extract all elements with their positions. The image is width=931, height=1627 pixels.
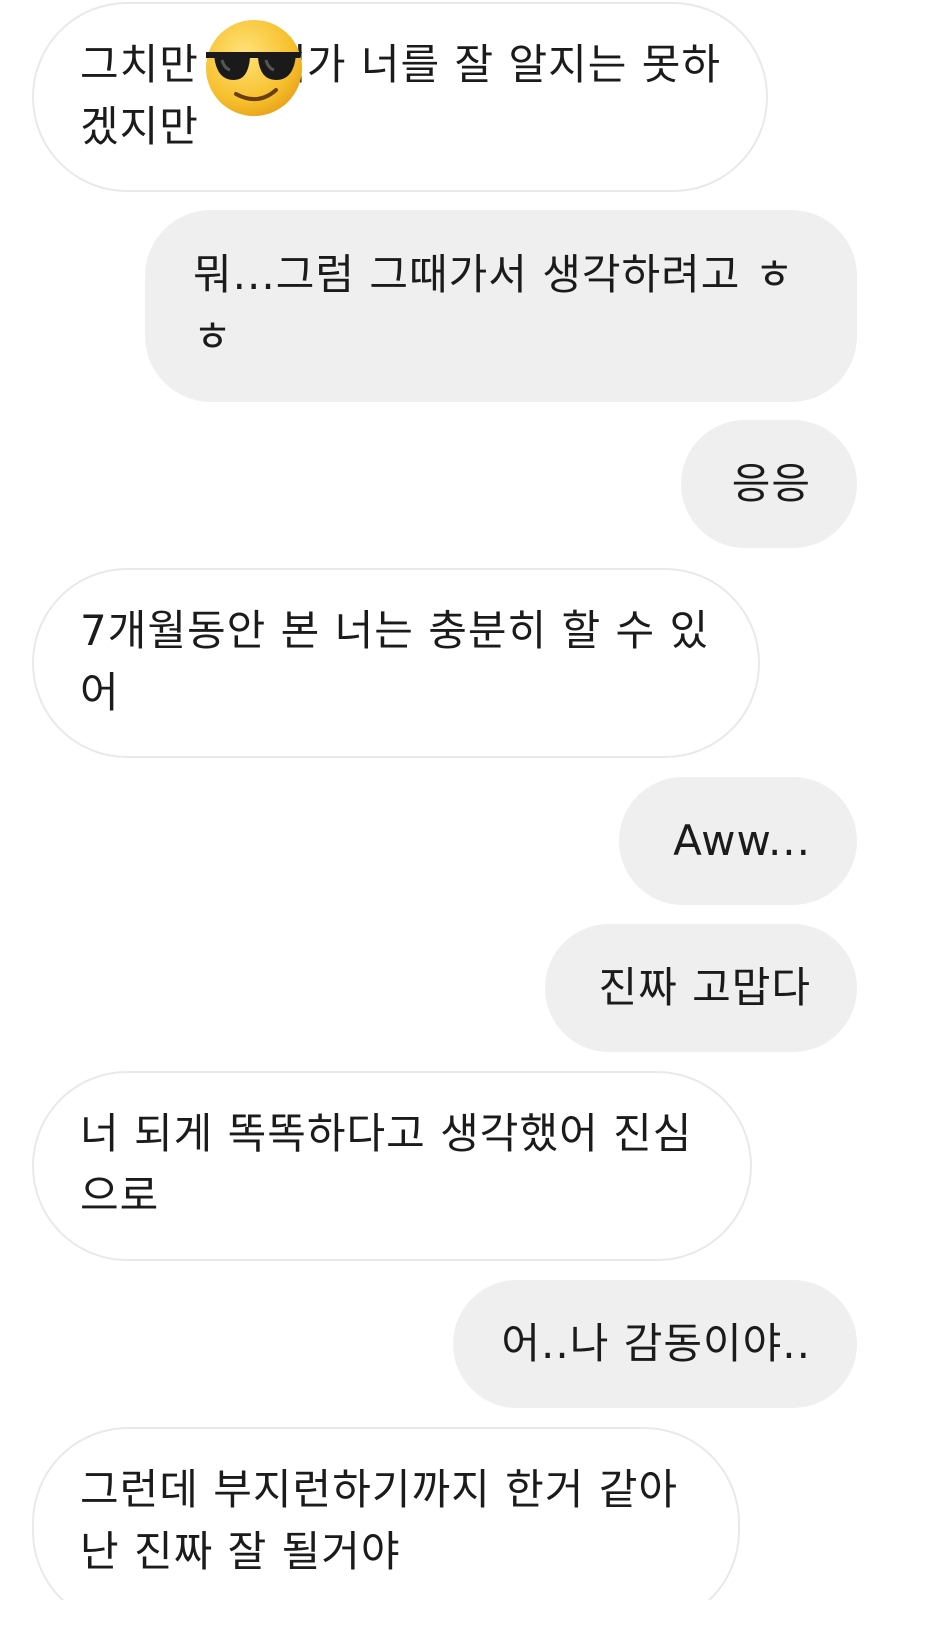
message-text: 응응 [731,459,811,508]
received-message[interactable]: 그치만 아 내가 너를 잘 알지는 못하겠지만 [32,2,768,192]
message-text: Aww... [673,816,811,865]
message-text: 너 되게 똑똑하다고 생각했어 진심으로 [80,1109,693,1220]
message-text: 뭐...그럼 그때가서 생각하려고 ㅎㅎ [193,250,795,361]
bottom-edge [0,1600,931,1627]
received-message[interactable]: 7개월동안 본 너는 충분히 할 수 있어 [32,568,760,758]
message-text: 7개월동안 본 너는 충분히 할 수 있어 [80,606,710,717]
message-thread[interactable]: 그치만 아 내가 너를 잘 알지는 못하겠지만 뭐...그럼 그때가서 생각하려… [0,0,931,1600]
message-text: 어..나 감동이야.. [501,1319,811,1368]
message-text: 그치만 아 내가 너를 잘 알지는 못하겠지만 [80,40,722,151]
sent-message[interactable]: 진짜 고맙다 [545,924,857,1052]
sent-message[interactable]: 뭐...그럼 그때가서 생각하려고 ㅎㅎ [145,210,857,402]
received-message[interactable]: 그런데 부지런하기까지 한거 같아 난 진짜 잘 될거야 [32,1427,740,1600]
sent-message[interactable]: 어..나 감동이야.. [453,1280,857,1408]
sent-message[interactable]: Aww... [619,777,857,905]
sent-message[interactable]: 응응 [681,420,857,548]
message-text: 진짜 고맙다 [598,963,811,1012]
sunglasses-emoji-icon [206,20,302,116]
received-message[interactable]: 너 되게 똑똑하다고 생각했어 진심으로 [32,1071,752,1261]
message-text: 그런데 부지런하기까지 한거 같아 난 진짜 잘 될거야 [80,1465,679,1576]
